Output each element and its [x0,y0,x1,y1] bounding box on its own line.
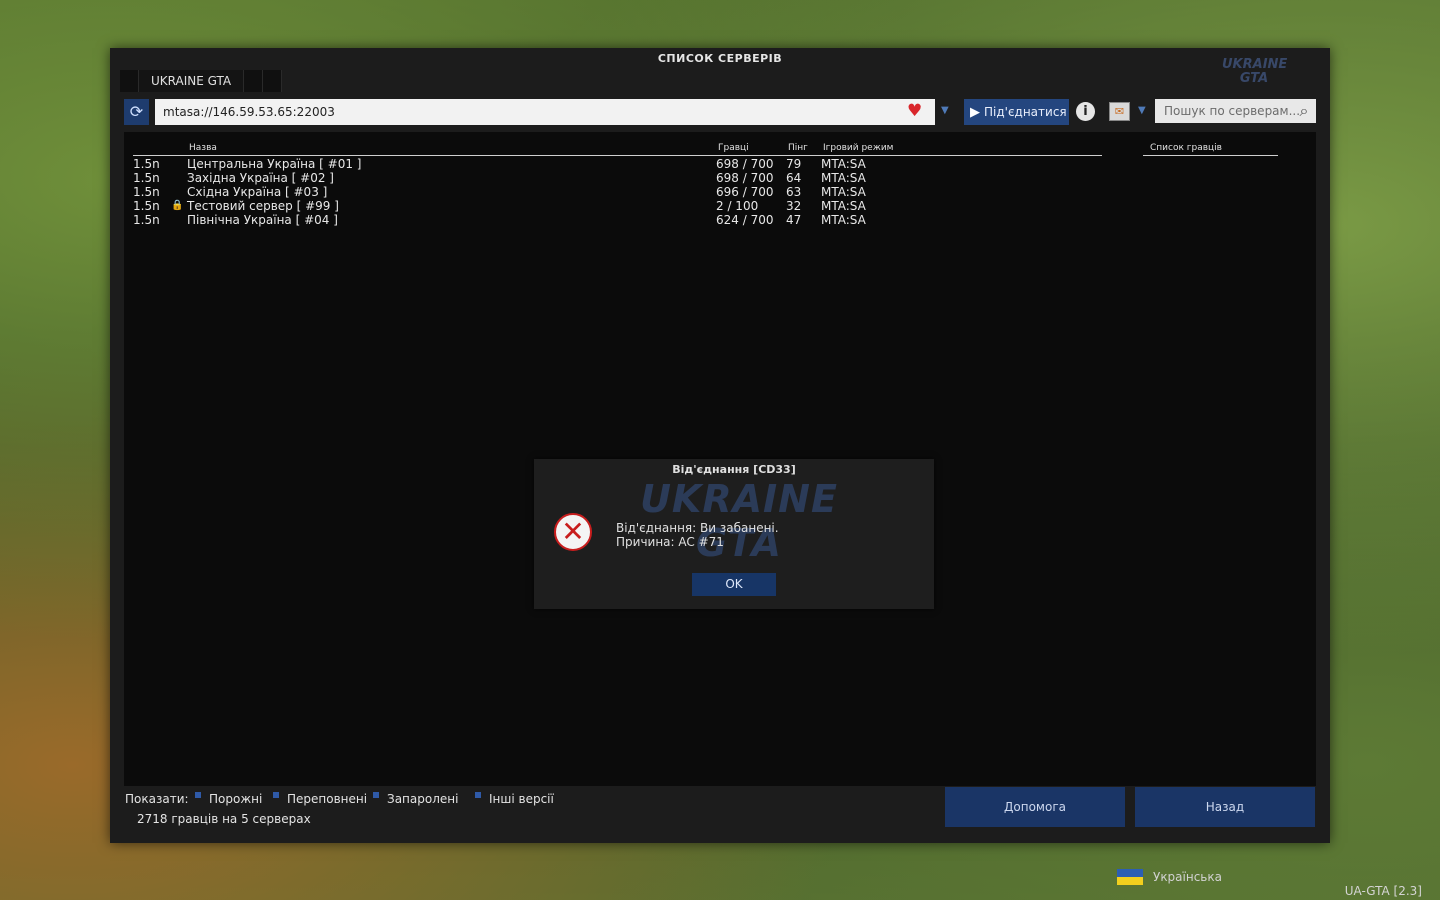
row-version: 1.5n [133,157,160,171]
mail-dropdown-icon[interactable]: ▼ [1138,105,1146,116]
connect-label: Під'єднатися [984,105,1067,119]
row-ping: 32 [786,199,802,213]
row-mode: MTA:SA [821,185,866,199]
row-players: 698 / 700 [716,157,774,171]
ukraine-flag-icon [1117,869,1143,885]
address-dropdown-icon[interactable]: ▼ [941,105,949,116]
row-version: 1.5n [133,185,160,199]
play-icon: ▶ [970,105,980,120]
tab-bar: UKRAINE GTA [120,70,283,92]
row-name: Тестовий сервер [ #99 ] [187,199,339,213]
table-row[interactable]: 1.5n Східна Україна [ #03 ] 696 / 700 63… [133,185,1102,199]
row-mode: MTA:SA [821,157,866,171]
dialog-title: Від'єднання [CD33] [672,463,796,476]
address-input[interactable]: mtasa://146.59.53.65:22003 [155,99,935,125]
heart-icon[interactable]: ♥ [907,103,922,120]
dialog-message-line1: Від'єднання: Ви забанені. [616,521,779,535]
row-players: 2 / 100 [716,199,759,213]
language-label: Українська [1153,870,1222,884]
help-button[interactable]: Допомога [945,787,1125,827]
tab-blank-right-2[interactable] [263,70,283,92]
tab-blank-right-1[interactable] [244,70,264,92]
corner-logo-icon: UKRAINE GTA [1222,57,1288,86]
table-row[interactable]: 1.5n Північна Україна [ #04 ] 624 / 700 … [133,213,1102,227]
header-mode[interactable]: Ігровий режим [823,143,893,153]
search-input[interactable]: Пошук по серверам... [1155,99,1316,123]
checkbox-locked-servers[interactable] [373,792,379,798]
table-row[interactable]: 1.5n 🔒 Тестовий сервер [ #99 ] 2 / 100 3… [133,199,1102,213]
search-icon[interactable]: ⌕ [1294,101,1314,121]
version-label: UA-GTA [2.3] [1344,884,1422,898]
table-row[interactable]: 1.5n Центральна Україна [ #01 ] 698 / 70… [133,157,1102,171]
dialog-message-line2: Причина: AC #71 [616,535,724,549]
server-browser-window: СПИСОК СЕРВЕРІВ UKRAINE GTA UKRAINE GTA ⟳… [110,48,1330,843]
toolbar: ⟳ mtasa://146.59.53.65:22003 ♥ ▼ ▶ Під'єд… [124,98,1316,126]
row-name: Центральна Україна [ #01 ] [187,157,362,171]
header-ping[interactable]: Пінг [788,143,808,153]
row-players: 698 / 700 [716,171,774,185]
info-icon[interactable]: i [1076,102,1095,121]
tab-blank-left[interactable] [120,70,139,92]
server-list-panel: Назва Гравці Пінг Ігровий режим Список г… [124,132,1316,786]
row-ping: 47 [786,213,802,227]
row-players: 624 / 700 [716,213,774,227]
filter-full-label[interactable]: Переповнені [287,792,367,806]
row-mode: MTA:SA [821,199,866,213]
row-version: 1.5n [133,171,160,185]
mail-icon[interactable]: ✉ [1109,102,1130,121]
error-icon: ✕ [554,513,592,551]
filter-locked-label[interactable]: Запаролені [387,792,458,806]
checkbox-full-servers[interactable] [273,792,279,798]
row-ping: 64 [786,171,802,185]
connect-button[interactable]: ▶ Під'єднатися [964,99,1069,125]
dialog-message: Від'єднання: Ви забанені. Причина: AC #7… [616,521,779,549]
status-text: 2718 гравців на 5 серверах [137,812,311,826]
server-rows: 1.5n Центральна Україна [ #01 ] 698 / 70… [133,157,1102,227]
lock-icon: 🔒 [171,200,184,211]
filter-empty-label[interactable]: Порожні [209,792,262,806]
row-mode: MTA:SA [821,171,866,185]
players-list-title: Список гравців [1150,143,1222,153]
header-name[interactable]: Назва [189,143,217,153]
row-name: Північна Україна [ #04 ] [187,213,338,227]
row-name: Східна Україна [ #03 ] [187,185,328,199]
row-ping: 63 [786,185,802,199]
checkbox-empty-servers[interactable] [195,792,201,798]
row-version: 1.5n [133,199,160,213]
checkbox-other-versions[interactable] [475,792,481,798]
ok-button[interactable]: OK [692,573,776,596]
table-row[interactable]: 1.5n Західна Україна [ #02 ] 698 / 700 6… [133,171,1102,185]
row-version: 1.5n [133,213,160,227]
tab-ukraine-gta[interactable]: UKRAINE GTA [139,70,245,92]
back-button[interactable]: Назад [1135,787,1315,827]
header-players[interactable]: Гравці [718,143,749,153]
row-name: Західна Україна [ #02 ] [187,171,334,185]
row-ping: 79 [786,157,802,171]
server-list-header: Назва Гравці Пінг Ігровий режим [133,140,1102,156]
window-title: СПИСОК СЕРВЕРІВ [657,52,783,65]
row-mode: MTA:SA [821,213,866,227]
row-players: 696 / 700 [716,185,774,199]
refresh-button[interactable]: ⟳ [124,99,149,125]
filter-other-versions-label[interactable]: Інші версії [489,792,554,806]
disconnect-dialog: UKRAINE GTA Від'єднання [CD33] ✕ Від'єдна… [534,459,934,609]
filter-label: Показати: [125,792,189,806]
players-list-header: Список гравців [1143,140,1278,156]
refresh-icon: ⟳ [129,102,144,121]
